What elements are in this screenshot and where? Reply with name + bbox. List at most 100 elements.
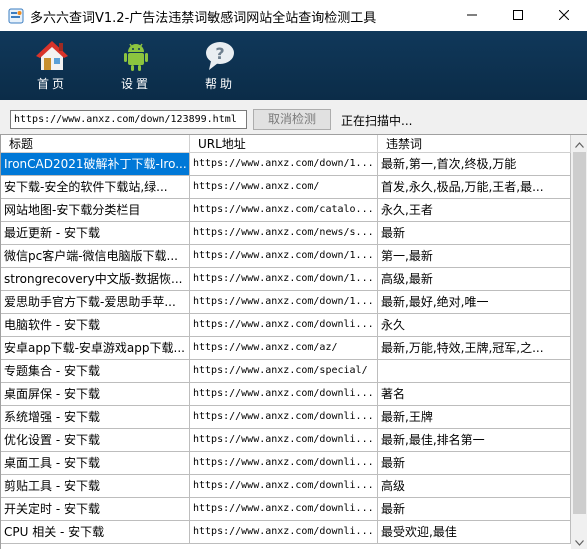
cell-banned-words[interactable]: 著名 bbox=[378, 383, 571, 406]
table-row[interactable]: 安下载-安全的软件下载站,绿... https://www.anxz.com/首发… bbox=[1, 176, 571, 199]
cell-url[interactable]: https://www.anxz.com/downli... bbox=[190, 521, 378, 544]
window-title: 多六六查词V1.2-广告法违禁词敏感词网站全站查询检测工具 bbox=[30, 11, 377, 26]
cell-title[interactable]: 桌面屏保 - 安下载 bbox=[1, 383, 190, 406]
svg-text:?: ? bbox=[215, 44, 224, 63]
cell-title[interactable]: 系统增强 - 安下载 bbox=[1, 406, 190, 429]
scroll-down-button[interactable] bbox=[571, 533, 587, 549]
chevron-up-icon bbox=[575, 137, 584, 151]
table-row[interactable]: 桌面工具 - 安下载 https://www.anxz.com/downli...… bbox=[1, 452, 571, 475]
table-row[interactable]: 优化设置 - 安下载 https://www.anxz.com/downli...… bbox=[1, 429, 571, 452]
cell-url[interactable]: https://www.anxz.com/news/s... bbox=[190, 222, 378, 245]
toolbar-help-button[interactable]: ? 帮助 bbox=[190, 31, 250, 100]
cell-title[interactable]: 微信pc客户端-微信电脑版下载... bbox=[1, 245, 190, 268]
cell-banned-words[interactable]: 最新,最佳,排名第一 bbox=[378, 429, 571, 452]
cell-title[interactable]: 最近更新 - 安下载 bbox=[1, 222, 190, 245]
maximize-icon bbox=[513, 9, 523, 23]
cell-title[interactable]: IronCAD2021破解补丁下载-Iro... bbox=[1, 153, 190, 176]
cell-url[interactable]: https://www.anxz.com/catalo... bbox=[190, 199, 378, 222]
toolbar-home-button[interactable]: 首页 bbox=[22, 31, 82, 100]
cell-url[interactable]: https://www.anxz.com/down/1... bbox=[190, 245, 378, 268]
column-header-banned-words[interactable]: 违禁词 bbox=[378, 135, 571, 153]
cell-url[interactable]: https://www.anxz.com/downli... bbox=[190, 314, 378, 337]
column-header-title[interactable]: 标题 bbox=[1, 135, 190, 153]
cell-title[interactable]: 优化设置 - 安下载 bbox=[1, 429, 190, 452]
table-row[interactable]: 网站地图-安下载分类栏目 https://www.anxz.com/catalo.… bbox=[1, 199, 571, 222]
cell-title[interactable]: 安卓app下载-安卓游戏app下载... bbox=[1, 337, 190, 360]
cell-url[interactable]: https://www.anxz.com/downli... bbox=[190, 475, 378, 498]
cell-banned-words[interactable]: 最新,最好,绝对,唯一 bbox=[378, 291, 571, 314]
cell-url[interactable]: https://www.anxz.com/ bbox=[190, 176, 378, 199]
cell-banned-words[interactable]: 永久,王者 bbox=[378, 199, 571, 222]
cell-banned-words[interactable]: 第一,最新 bbox=[378, 245, 571, 268]
cell-title[interactable]: 开关定时 - 安下载 bbox=[1, 498, 190, 521]
cell-title[interactable]: 电脑软件 - 安下载 bbox=[1, 314, 190, 337]
cell-banned-words[interactable] bbox=[378, 360, 571, 383]
table-row[interactable]: 剪贴工具 - 安下载 https://www.anxz.com/downli...… bbox=[1, 475, 571, 498]
android-settings-icon bbox=[119, 39, 153, 73]
scroll-up-button[interactable] bbox=[571, 135, 587, 152]
column-header-url[interactable]: URL地址 bbox=[190, 135, 378, 153]
cell-banned-words[interactable]: 高级 bbox=[378, 475, 571, 498]
toolbar-home-label: 首页 bbox=[36, 77, 67, 91]
table-row[interactable]: 开关定时 - 安下载 https://www.anxz.com/downli...… bbox=[1, 498, 571, 521]
cell-title[interactable]: 爱思助手官方下载-爱思助手苹... bbox=[1, 291, 190, 314]
url-input[interactable]: https://www.anxz.com/down/123899.html bbox=[10, 110, 247, 129]
cell-url[interactable]: https://www.anxz.com/downli... bbox=[190, 498, 378, 521]
close-button[interactable] bbox=[541, 0, 587, 31]
vertical-scrollbar[interactable] bbox=[571, 135, 587, 549]
cell-banned-words[interactable]: 最新 bbox=[378, 222, 571, 245]
cell-banned-words[interactable]: 最新,第一,首次,终极,万能 bbox=[378, 153, 571, 176]
cell-url[interactable]: https://www.anxz.com/down/1... bbox=[190, 268, 378, 291]
minimize-button[interactable] bbox=[449, 0, 495, 31]
results-grid: 标题 URL地址 违禁词 IronCAD2021破解补丁下载-Iro... htt… bbox=[0, 134, 587, 549]
cell-title[interactable]: 网站地图-安下载分类栏目 bbox=[1, 199, 190, 222]
toolbar-help-label: 帮助 bbox=[204, 77, 235, 91]
help-bubble-icon: ? bbox=[203, 39, 237, 73]
table-row[interactable]: 专题集合 - 安下载 https://www.anxz.com/special/ bbox=[1, 360, 571, 383]
table-row[interactable]: 爱思助手官方下载-爱思助手苹... https://www.anxz.com/do… bbox=[1, 291, 571, 314]
cell-url[interactable]: https://www.anxz.com/downli... bbox=[190, 452, 378, 475]
maximize-button[interactable] bbox=[495, 0, 541, 31]
minimize-icon bbox=[467, 9, 477, 23]
cell-title[interactable]: 专题集合 - 安下载 bbox=[1, 360, 190, 383]
cell-banned-words[interactable]: 最新 bbox=[378, 498, 571, 521]
toolbar-settings-button[interactable]: 设置 bbox=[106, 31, 166, 100]
scan-control-bar: https://www.anxz.com/down/123899.html 取消… bbox=[0, 100, 587, 134]
table-row[interactable]: 最近更新 - 安下载 https://www.anxz.com/news/s...… bbox=[1, 222, 571, 245]
table-row[interactable]: 电脑软件 - 安下载 https://www.anxz.com/downli...… bbox=[1, 314, 571, 337]
cell-title[interactable]: CPU 相关 - 安下载 bbox=[1, 521, 190, 544]
table-row[interactable]: 安卓app下载-安卓游戏app下载... https://www.anxz.com… bbox=[1, 337, 571, 360]
close-icon bbox=[558, 9, 570, 23]
table-row[interactable]: CPU 相关 - 安下载 https://www.anxz.com/downli.… bbox=[1, 521, 571, 544]
cancel-scan-button[interactable]: 取消检测 bbox=[253, 109, 331, 130]
title-bar: 多六六查词V1.2-广告法违禁词敏感词网站全站查询检测工具 bbox=[0, 0, 587, 31]
cell-banned-words[interactable]: 最新 bbox=[378, 452, 571, 475]
chevron-down-icon bbox=[575, 535, 584, 549]
cell-title[interactable]: 桌面工具 - 安下载 bbox=[1, 452, 190, 475]
scrollbar-thumb[interactable] bbox=[573, 152, 586, 514]
cell-url[interactable]: https://www.anxz.com/downli... bbox=[190, 406, 378, 429]
table-row[interactable]: 桌面屏保 - 安下载 https://www.anxz.com/downli...… bbox=[1, 383, 571, 406]
cell-url[interactable]: https://www.anxz.com/down/1... bbox=[190, 153, 378, 176]
cell-url[interactable]: https://www.anxz.com/downli... bbox=[190, 383, 378, 406]
cell-url[interactable]: https://www.anxz.com/downli... bbox=[190, 429, 378, 452]
toolbar-settings-label: 设置 bbox=[120, 77, 151, 91]
table-row[interactable]: 微信pc客户端-微信电脑版下载... https://www.anxz.com/d… bbox=[1, 245, 571, 268]
cell-title[interactable]: 剪贴工具 - 安下载 bbox=[1, 475, 190, 498]
cell-banned-words[interactable]: 永久 bbox=[378, 314, 571, 337]
cell-banned-words[interactable]: 最受欢迎,最佳 bbox=[378, 521, 571, 544]
table-row[interactable]: strongrecovery中文版-数据恢... https://www.anxz… bbox=[1, 268, 571, 291]
cell-url[interactable]: https://www.anxz.com/special/ bbox=[190, 360, 378, 383]
cell-banned-words[interactable]: 最新,王牌 bbox=[378, 406, 571, 429]
cell-banned-words[interactable]: 高级,最新 bbox=[378, 268, 571, 291]
cell-url[interactable]: https://www.anxz.com/az/ bbox=[190, 337, 378, 360]
cell-banned-words[interactable]: 首发,永久,极品,万能,王者,最... bbox=[378, 176, 571, 199]
cell-title[interactable]: 安下载-安全的软件下载站,绿... bbox=[1, 176, 190, 199]
main-toolbar: 首页 设置 ? 帮助 bbox=[0, 31, 587, 100]
table-row[interactable]: 系统增强 - 安下载 https://www.anxz.com/downli...… bbox=[1, 406, 571, 429]
cell-banned-words[interactable]: 最新,万能,特效,王牌,冠军,之... bbox=[378, 337, 571, 360]
app-logo-icon bbox=[8, 8, 24, 24]
table-row[interactable]: IronCAD2021破解补丁下载-Iro... https://www.anxz… bbox=[1, 153, 571, 176]
cell-title[interactable]: strongrecovery中文版-数据恢... bbox=[1, 268, 190, 291]
cell-url[interactable]: https://www.anxz.com/down/1... bbox=[190, 291, 378, 314]
